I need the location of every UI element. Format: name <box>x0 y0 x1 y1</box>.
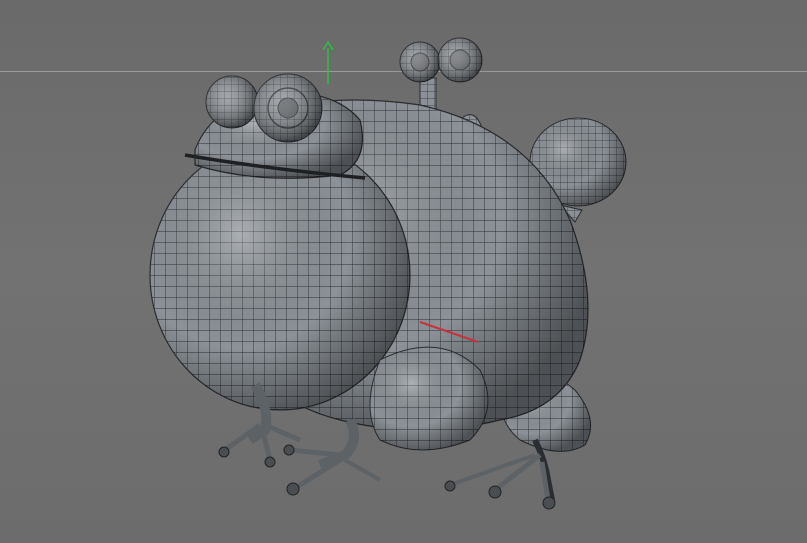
3d-viewport[interactable] <box>0 0 807 543</box>
frog-belly[interactable] <box>149 139 411 411</box>
frog-eye-right[interactable] <box>253 73 323 143</box>
frog-thigh-left[interactable] <box>369 346 489 451</box>
scene-canvas[interactable] <box>0 0 807 543</box>
axis-gizmo-y[interactable] <box>322 40 334 84</box>
frog-front-leg-right[interactable] <box>283 417 381 496</box>
frog-eye-left[interactable] <box>205 75 259 129</box>
